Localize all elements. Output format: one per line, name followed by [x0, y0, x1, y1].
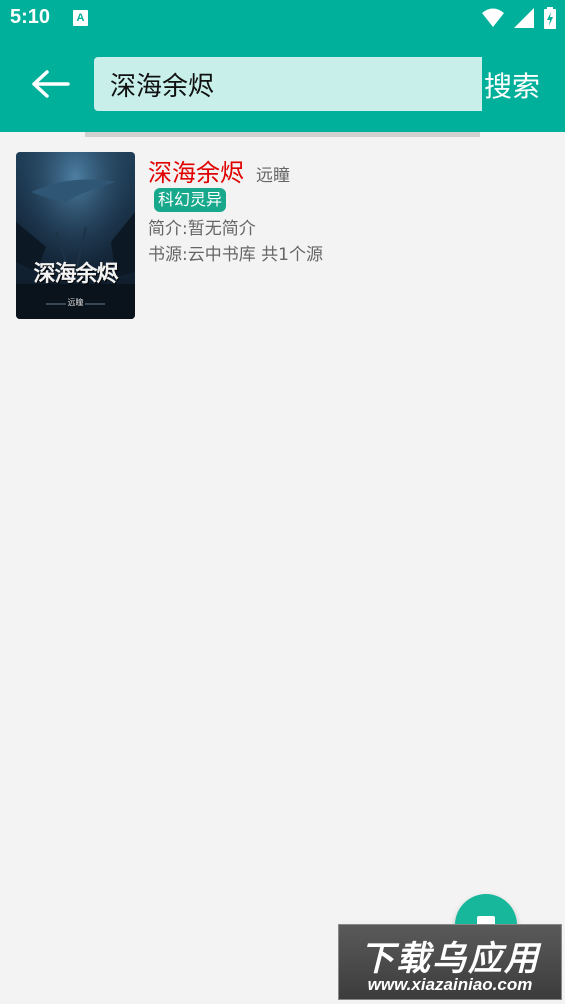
book-cover-author: 远瞳	[67, 298, 84, 307]
wifi-icon	[482, 8, 504, 27]
watermark: 下载乌应用 www.xiazainiao.com	[338, 924, 562, 1000]
signal-icon	[514, 8, 534, 28]
status-time: 5:10	[10, 6, 51, 28]
book-cover-art	[16, 152, 135, 319]
search-input[interactable]	[94, 57, 482, 111]
book-intro: 简介:暂无简介	[148, 219, 256, 239]
book-source: 书源:云中书库 共1个源	[148, 245, 323, 265]
book-cover-title: 深海余烬	[33, 262, 118, 287]
search-progress-bar	[85, 132, 480, 137]
search-box	[94, 57, 482, 111]
arrow-left-icon	[32, 70, 70, 98]
toolbar: 搜索	[0, 36, 565, 132]
status-icons	[481, 7, 557, 29]
book-cover: 深海余烬 远瞳	[16, 152, 135, 319]
book-title: 深海余烬	[148, 159, 244, 187]
watermark-url: www.xiazainiao.com	[367, 975, 533, 994]
category-tag: 科幻灵异	[154, 188, 227, 212]
battery-icon	[544, 7, 556, 29]
search-button[interactable]: 搜索	[484, 65, 540, 105]
notification-badge-icon: A	[73, 10, 88, 26]
search-result-item[interactable]: 深海余烬 远瞳 深海余烬 远瞳 科幻灵异 简介:暂无简介 书源:云中书库 共1个…	[0, 146, 565, 326]
back-button[interactable]	[24, 60, 78, 108]
status-bar: 5:10 A	[0, 0, 565, 36]
book-author: 远瞳	[256, 166, 290, 186]
watermark-title: 下载乌应用	[360, 939, 540, 979]
